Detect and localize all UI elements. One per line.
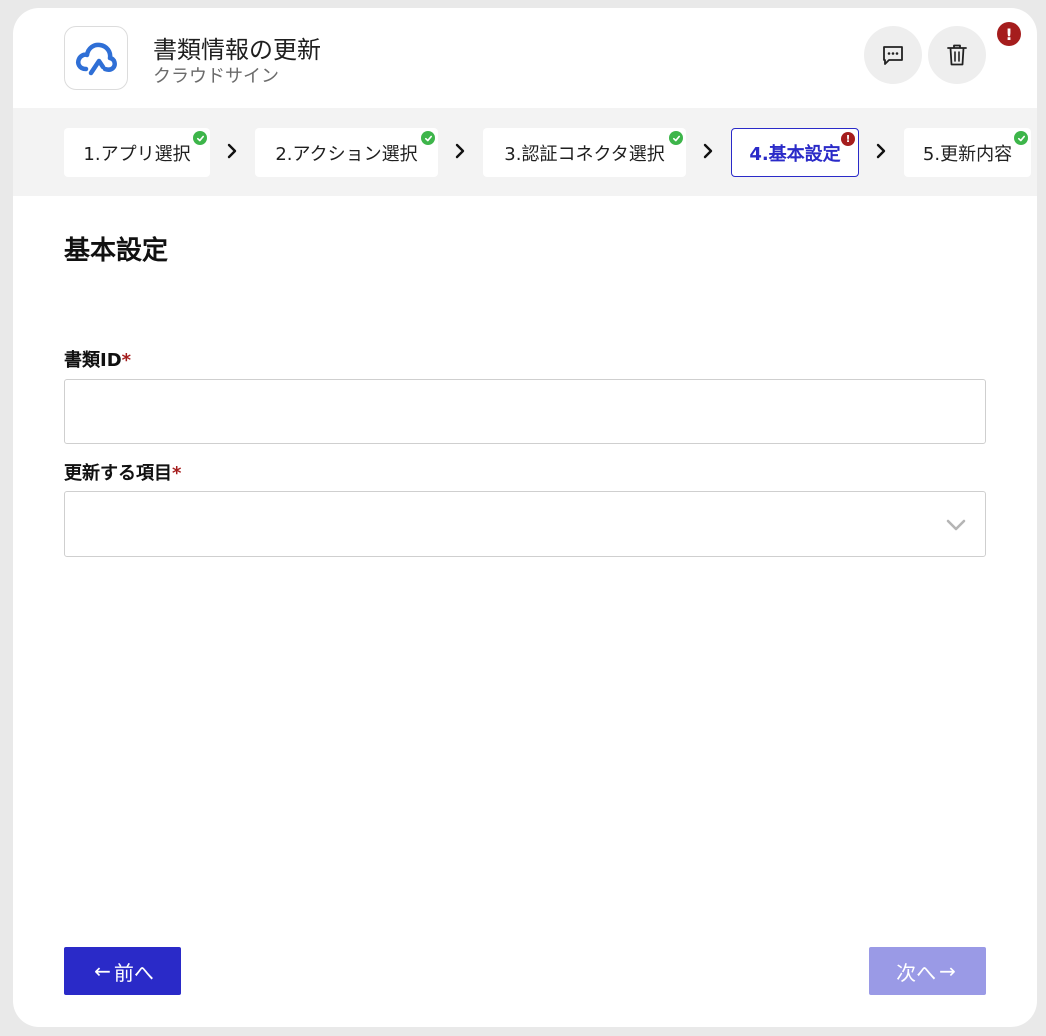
trash-icon xyxy=(947,44,967,66)
step-label: 1.アプリ選択 xyxy=(83,143,191,165)
next-button-label: 次へ xyxy=(896,960,937,985)
previous-button[interactable]: ← 前へ xyxy=(64,947,181,995)
step-label: 5.更新内容 xyxy=(922,143,1013,165)
alert-icon: ! xyxy=(997,22,1021,46)
document-id-input[interactable] xyxy=(64,379,986,444)
step-app-select[interactable]: 1.アプリ選択 xyxy=(64,128,210,177)
chevron-right-icon xyxy=(451,142,469,160)
next-button[interactable]: 次へ → xyxy=(869,947,986,995)
required-mark: * xyxy=(172,463,182,484)
delete-button[interactable] xyxy=(928,26,986,84)
comment-button[interactable] xyxy=(864,26,922,84)
step-update-content[interactable]: 5.更新内容 xyxy=(904,128,1031,177)
app-name: クラウドサイン xyxy=(153,66,279,87)
required-mark: * xyxy=(121,350,132,371)
error-icon: ! xyxy=(841,132,855,146)
page-title: 書類情報の更新 xyxy=(153,36,321,64)
step-label: 2.アクション選択 xyxy=(275,143,418,165)
step-navigation: 1.アプリ選択 2.アクション選択 3.認証コネクタ選択 4.基本設定 ! 5.… xyxy=(13,108,1037,196)
step-label: 3.認証コネクタ選択 xyxy=(504,143,665,165)
chevron-down-icon xyxy=(946,519,966,531)
app-logo xyxy=(64,26,128,90)
step-label: 4.基本設定 xyxy=(749,143,841,165)
cloud-sign-logo-icon xyxy=(76,42,117,76)
check-icon xyxy=(421,131,435,145)
chevron-right-icon xyxy=(872,142,890,160)
update-item-select[interactable] xyxy=(64,491,986,557)
previous-button-label: 前へ xyxy=(113,960,154,985)
step-basic-settings[interactable]: 4.基本設定 ! xyxy=(731,128,859,177)
step-auth-connector-select[interactable]: 3.認証コネクタ選択 xyxy=(483,128,686,177)
step-action-select[interactable]: 2.アクション選択 xyxy=(255,128,438,177)
field-label-text: 更新する項目 xyxy=(64,463,172,484)
arrow-left-icon: ← xyxy=(94,959,111,983)
main-panel: 書類情報の更新 クラウドサイン ! 1.アプリ選択 2.アクション選択 3.認証… xyxy=(13,8,1037,1027)
chevron-right-icon xyxy=(699,142,717,160)
check-icon xyxy=(669,131,683,145)
check-icon xyxy=(193,131,207,145)
comment-icon xyxy=(883,46,903,65)
update-item-label: 更新する項目* xyxy=(64,459,181,485)
document-id-label: 書類ID* xyxy=(64,346,131,372)
section-title: 基本設定 xyxy=(64,236,169,266)
field-label-text: 書類ID xyxy=(64,350,122,371)
check-icon xyxy=(1014,131,1028,145)
chevron-right-icon xyxy=(223,142,241,160)
arrow-right-icon: → xyxy=(939,959,956,983)
